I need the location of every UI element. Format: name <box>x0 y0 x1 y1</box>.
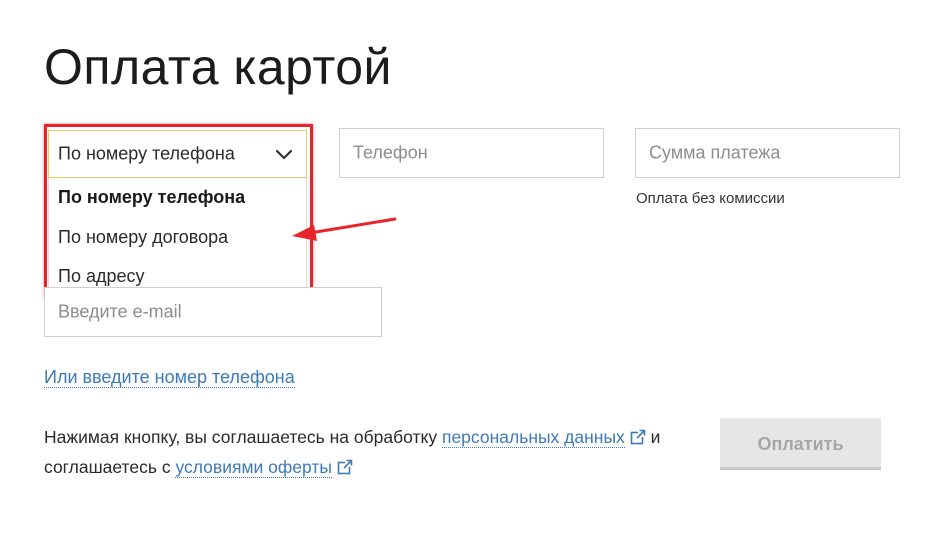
email-input[interactable]: Введите e-mail <box>44 287 382 337</box>
payment-method-select[interactable]: По номеру телефона <box>48 130 307 178</box>
chevron-down-icon[interactable] <box>274 145 294 165</box>
phone-input-placeholder: Телефон <box>353 142 428 163</box>
consent-and: и <box>650 427 661 447</box>
consent-prefix: Нажимая кнопку, вы соглашаетесь на обраб… <box>44 427 438 447</box>
consent-text: Нажимая кнопку, вы соглашаетесь на обраб… <box>44 422 660 482</box>
dropdown-option-phone[interactable]: По номеру телефона <box>58 187 245 208</box>
amount-input[interactable]: Сумма платежа <box>635 128 900 178</box>
amount-note: Оплата без комиссии <box>636 190 785 207</box>
consent-line2-prefix: соглашаетесь с <box>44 457 171 477</box>
personal-data-link[interactable]: персональных данных <box>441 427 625 448</box>
external-link-icon[interactable] <box>337 459 353 475</box>
alt-phone-link-wrap: Или введите номер телефона <box>44 367 295 388</box>
consent-line-1: Нажимая кнопку, вы соглашаетесь на обраб… <box>44 422 660 452</box>
pay-button[interactable]: Оплатить <box>720 418 881 470</box>
payment-method-value: По номеру телефона <box>58 143 235 164</box>
payment-method-dropdown: По номеру телефона По номеру договора По… <box>48 178 307 295</box>
phone-input[interactable]: Телефон <box>339 128 604 178</box>
consent-line-2: соглашаетесь с условиями оферты <box>44 452 660 482</box>
external-link-icon[interactable] <box>630 429 646 445</box>
offer-terms-link[interactable]: условиями оферты <box>175 457 332 478</box>
enter-phone-link[interactable]: Или введите номер телефона <box>44 367 295 388</box>
page-title: Оплата картой <box>44 39 392 95</box>
dropdown-option-contract[interactable]: По номеру договора <box>58 227 228 248</box>
email-input-placeholder: Введите e-mail <box>58 301 182 322</box>
dropdown-option-address[interactable]: По адресу <box>58 266 144 287</box>
amount-input-placeholder: Сумма платежа <box>649 142 781 163</box>
